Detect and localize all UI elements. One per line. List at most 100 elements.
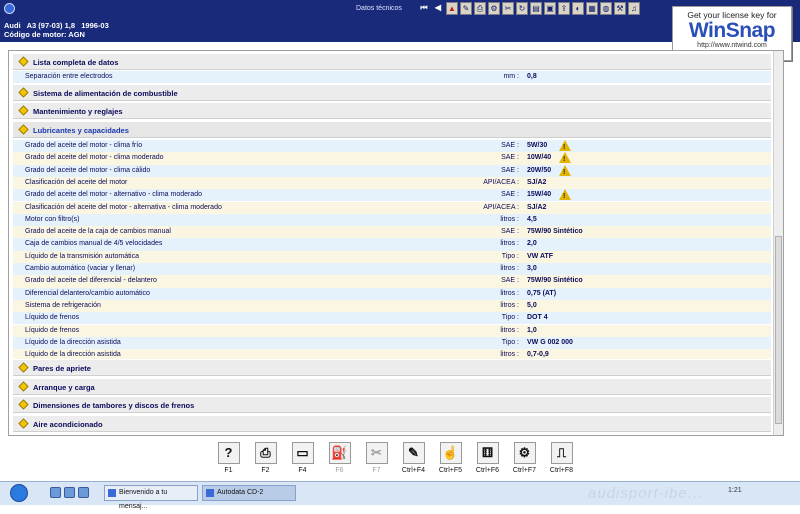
parts-icon: ⚙	[513, 442, 536, 464]
data-list: Lista completa de datos Separación entre…	[9, 51, 773, 435]
calendar-icon[interactable]: ▦	[586, 2, 598, 15]
table-row: Líquido de frenos Tipo : DOT 4	[13, 312, 771, 325]
table-row: Motor con filtro(s) litros : 4,5	[13, 213, 771, 227]
section-aire[interactable]: Aire acondicionado	[13, 415, 771, 432]
help-icon: ?	[217, 442, 240, 464]
fkey-f7: ✂ F7	[360, 440, 393, 480]
fkey-ctrl-f6[interactable]: ⚅ Ctrl+F6	[471, 440, 504, 480]
row-label: Diferencial delantero/cambio automático	[25, 289, 150, 297]
palette-icon[interactable]: ◐	[572, 2, 584, 15]
section-label: Lubricantes y capacidades	[33, 126, 129, 135]
row-value: 15W/40	[527, 191, 552, 199]
taskbar: Bienvenido a tu mensaj... Autodata CD-2 …	[0, 481, 800, 510]
row-value: 75W/90 Sintético	[527, 277, 583, 285]
row-label: Motor con filtro(s)	[25, 215, 80, 223]
row-value: 0,8	[527, 73, 537, 80]
fill-icon: ⛽	[328, 442, 351, 464]
expand-icon	[18, 87, 29, 98]
table-row: Líquido de frenos litros : 1,0	[13, 324, 771, 337]
expand-icon	[18, 418, 29, 429]
bell-icon[interactable]: ♫	[628, 2, 640, 15]
row-value: 3,0	[527, 265, 537, 272]
row-label: Caja de cambios manual de 4/5 velocidade…	[25, 240, 163, 248]
row-value: 4,5	[527, 215, 537, 223]
row-unit: litros :	[500, 265, 519, 272]
warning-icon[interactable]	[559, 140, 571, 154]
row-value: VW G 002 000	[527, 338, 573, 346]
section-label: Aire acondicionado	[33, 420, 103, 429]
taskbar-button-mensaje[interactable]: Bienvenido a tu mensaj...	[104, 485, 198, 510]
fkey-label: F1	[224, 467, 233, 474]
row-label: Líquido de frenos	[25, 314, 80, 322]
refresh-icon[interactable]: ↻	[516, 2, 528, 15]
fkey-label: F2	[261, 467, 270, 474]
table-row: Grado del aceite del motor - alternativo…	[13, 189, 771, 203]
taskbar-button-autodata[interactable]: Autodata CD-2	[202, 485, 296, 501]
fkey-f6: ⛽ F6	[323, 440, 356, 480]
fkey-ctrl-f8[interactable]: ⎍ Ctrl+F8	[545, 440, 578, 480]
watermark-url: http://www.ntwind.com	[697, 42, 767, 49]
section-lista-completa[interactable]: Lista completa de datos	[13, 53, 771, 70]
vertical-scrollbar[interactable]	[773, 51, 783, 435]
fkey-f2[interactable]: ⎙ F2	[249, 440, 282, 480]
row-label: Líquido de la transmisión automática	[25, 252, 140, 260]
expand-icon	[18, 105, 29, 116]
fkey-ctrl-f4[interactable]: ✎ Ctrl+F4	[397, 440, 430, 480]
row-label: Cambio automático (vaciar y llenar)	[25, 265, 136, 272]
fkey-label: F4	[298, 467, 307, 474]
media-icon[interactable]	[78, 487, 89, 498]
fkey-f4[interactable]: ▭ F4	[286, 440, 319, 480]
expand-icon	[18, 381, 29, 392]
row-label: Clasificación del aceite del motor - alt…	[25, 203, 222, 211]
background-watermark: audisport-ibe...	[588, 485, 704, 502]
warning-icon[interactable]	[559, 189, 571, 203]
row-unit: litros :	[500, 215, 519, 223]
section-lubricantes[interactable]: Lubricantes y capacidades	[13, 121, 771, 138]
section-pares[interactable]: Pares de apriete	[13, 359, 771, 376]
fkey-label: F6	[335, 467, 344, 474]
section-label: Sistema de alimentación de combustible	[33, 89, 178, 98]
chart-icon[interactable]: ▤	[530, 2, 542, 15]
row-value: 75W/90 Sintético	[527, 228, 583, 236]
expand-icon	[18, 362, 29, 373]
fkey-f1[interactable]: ? F1	[212, 440, 245, 480]
fkey-ctrl-f5[interactable]: ☝ Ctrl+F5	[434, 440, 467, 480]
export-icon[interactable]: ⇪	[558, 2, 570, 15]
nav-first-icon[interactable]: ⏮	[418, 2, 430, 15]
warning-icon[interactable]	[559, 164, 571, 179]
print-icon[interactable]: ⎙	[474, 2, 486, 15]
row-value: 5W/30	[527, 142, 548, 149]
start-button[interactable]	[10, 484, 28, 502]
fkey-label: Ctrl+F7	[512, 467, 537, 474]
dice-icon: ⚅	[476, 442, 499, 464]
section-combustible[interactable]: Sistema de alimentación de combustible	[13, 84, 771, 101]
scrollbar-thumb[interactable]	[775, 236, 782, 424]
tools-icon[interactable]: ✂	[502, 2, 514, 15]
row-label: Clasificación del aceite del motor	[25, 178, 128, 186]
section-mantenimiento[interactable]: Mantenimiento y reglajes	[13, 102, 771, 119]
fkey-ctrl-f7[interactable]: ⚙ Ctrl+F7	[508, 440, 541, 480]
table-row: Diferencial delantero/cambio automático l…	[13, 287, 771, 300]
row-unit: litros :	[500, 240, 519, 248]
settings-icon[interactable]: ⚙	[488, 2, 500, 15]
section-dimensiones[interactable]: Dimensiones de tambores y discos de fren…	[13, 396, 771, 413]
engine-icon[interactable]: ⚒	[614, 2, 626, 15]
row-unit: SAE :	[501, 277, 519, 285]
table-row: Líquido de la dirección asistida Tipo : VW…	[13, 336, 771, 350]
notes-icon[interactable]: ✎	[460, 2, 472, 15]
outlook-icon[interactable]	[64, 487, 75, 498]
system-tray-clock: 1:21	[728, 487, 742, 494]
notes-icon: ✎	[402, 442, 425, 464]
section-arranque[interactable]: Arranque y carga	[13, 378, 771, 395]
table-row: Grado del aceite del motor - clima moder…	[13, 152, 771, 166]
globe-icon[interactable]: ◍	[600, 2, 612, 15]
nav-prev-icon[interactable]: ◀	[432, 2, 444, 15]
row-unit: Tipo :	[501, 314, 519, 322]
table-row: Caja de cambios manual de 4/5 velocidade…	[13, 238, 771, 251]
table-row: Grado del aceite del motor - clima cálid…	[13, 164, 771, 179]
book-icon[interactable]: ▣	[544, 2, 556, 15]
window-icon	[206, 489, 214, 497]
warning-icon[interactable]: ▲	[446, 2, 458, 15]
warning-icon[interactable]	[559, 152, 571, 166]
ie-icon[interactable]	[50, 487, 61, 498]
